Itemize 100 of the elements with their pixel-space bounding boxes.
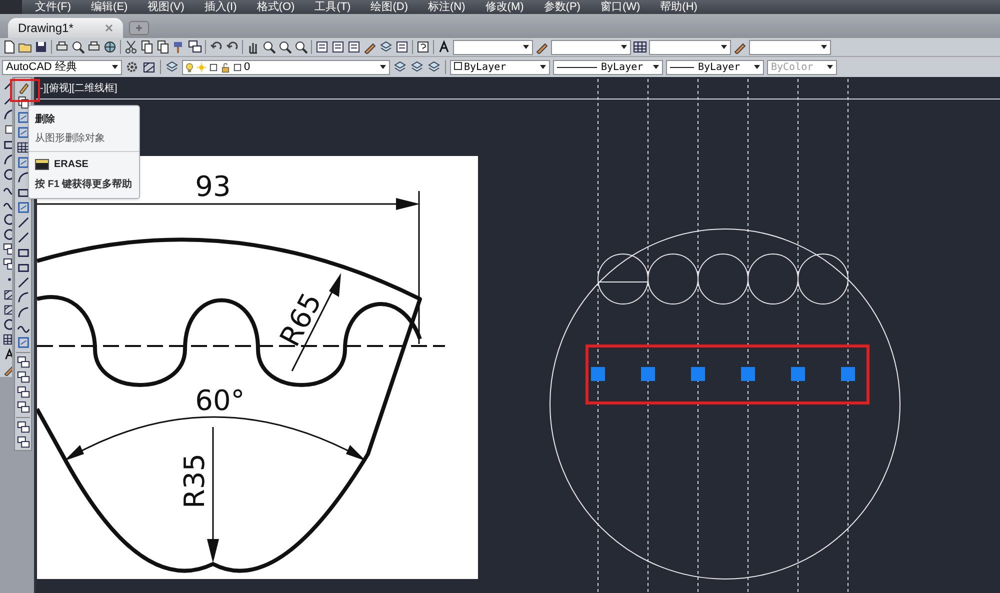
panel-icon[interactable] <box>395 40 409 54</box>
tooltip-description: 从图形删除对象 <box>35 132 106 146</box>
panel-icon[interactable] <box>315 40 329 54</box>
menu-item[interactable]: 窗口(W) <box>600 0 640 16</box>
eraser-icon[interactable] <box>16 81 30 94</box>
explode-icon[interactable] <box>16 336 30 349</box>
arc-icon[interactable] <box>2 108 12 121</box>
close-icon[interactable] <box>105 24 113 32</box>
mirror-icon[interactable] <box>16 111 30 124</box>
grip-point[interactable] <box>641 367 655 381</box>
stretch-icon[interactable] <box>16 201 30 214</box>
hatch-icon[interactable] <box>2 288 12 301</box>
zoom-icon[interactable] <box>294 40 308 54</box>
layers-icon[interactable] <box>393 60 407 74</box>
menu-item[interactable]: 绘图(D) <box>370 0 408 16</box>
menu-item[interactable]: 插入(I) <box>204 0 237 16</box>
viewport-label[interactable]: -][俯视][二维线框] <box>40 81 118 96</box>
rectangle-icon[interactable] <box>16 261 30 274</box>
zoom-icon[interactable] <box>278 40 292 54</box>
small-circle <box>648 254 698 304</box>
square-icon[interactable] <box>208 62 219 72</box>
menu-item[interactable]: 工具(T) <box>314 0 351 16</box>
menu-item[interactable]: 修改(M) <box>485 0 524 16</box>
table-icon[interactable] <box>2 333 12 346</box>
grip-point[interactable] <box>691 367 705 381</box>
hatch-icon[interactable] <box>2 303 12 316</box>
menu-item[interactable]: 文件(F) <box>35 0 72 16</box>
zoom-icon[interactable] <box>262 40 276 54</box>
menu-item[interactable]: 帮助(H) <box>660 0 698 16</box>
grip-point[interactable] <box>741 367 755 381</box>
small-circle <box>798 254 848 304</box>
stack-icon[interactable] <box>16 386 30 399</box>
layers-icon[interactable] <box>410 60 424 74</box>
menu-item[interactable]: 视图(V) <box>148 0 184 16</box>
grip-point[interactable] <box>841 367 855 381</box>
new-document-icon[interactable] <box>2 40 16 54</box>
layers-icon[interactable] <box>165 60 179 74</box>
offset-icon[interactable] <box>16 126 30 139</box>
polygon-icon[interactable] <box>2 123 12 136</box>
linetype-dropdown[interactable]: ByLayer <box>553 60 663 74</box>
small-circle <box>598 254 648 304</box>
stack-icon[interactable] <box>16 436 30 449</box>
table-style-icon[interactable] <box>633 40 647 54</box>
layers-icon[interactable] <box>427 60 441 74</box>
scale-icon[interactable] <box>16 186 30 199</box>
copy-icon[interactable] <box>16 96 30 109</box>
rectangle-icon[interactable] <box>16 246 30 259</box>
menu-item[interactable]: 参数(P) <box>544 0 580 16</box>
tooltip-title: 删除 <box>35 112 56 127</box>
panel-icon[interactable] <box>331 40 345 54</box>
dimension-text: 93 <box>195 170 231 203</box>
square-icon[interactable] <box>232 62 243 72</box>
command-name: ERASE <box>54 158 88 172</box>
layer-dropdown[interactable]: 0 <box>182 60 390 74</box>
color-dropdown[interactable]: ByLayer <box>450 60 550 74</box>
menu-item[interactable]: 标注(N) <box>428 0 466 16</box>
small-circle <box>698 254 748 304</box>
dimension-text: R65 <box>273 287 328 352</box>
corner-icon[interactable] <box>16 291 30 304</box>
stack-icon[interactable] <box>16 371 30 384</box>
paste-icon[interactable] <box>156 40 170 54</box>
letter-icon[interactable] <box>2 348 12 361</box>
break-icon[interactable] <box>16 276 30 289</box>
workspace-dropdown[interactable]: AutoCAD 经典 <box>2 60 122 74</box>
grip-point[interactable] <box>591 367 605 381</box>
command-window-icon <box>35 159 49 170</box>
bulb-icon[interactable] <box>184 62 195 72</box>
rotate-icon[interactable] <box>16 171 30 184</box>
layers-icon[interactable] <box>142 60 156 74</box>
trim-icon[interactable] <box>16 216 30 229</box>
move-icon[interactable] <box>16 156 30 169</box>
document-tab[interactable]: Drawing1* <box>8 18 123 38</box>
copy-icon[interactable] <box>140 40 154 54</box>
extend-icon[interactable] <box>16 231 30 244</box>
highlight-frame <box>10 79 40 102</box>
stack-icon[interactable] <box>16 401 30 414</box>
region-icon[interactable] <box>2 318 12 331</box>
stack-icon[interactable] <box>16 356 30 369</box>
tooltip-help-text: 按 F1 键获得更多帮助 <box>35 178 133 192</box>
preview-icon[interactable] <box>71 40 85 54</box>
corner-icon[interactable] <box>16 306 30 319</box>
menu-item[interactable]: 格式(O) <box>256 0 295 16</box>
layers-icon[interactable] <box>379 40 393 54</box>
block-icon[interactable] <box>188 40 202 54</box>
text-style-icon[interactable] <box>437 40 451 54</box>
arc-icon[interactable] <box>2 153 12 166</box>
help-icon[interactable] <box>416 40 430 54</box>
dimension-text: 60° <box>195 384 245 417</box>
gear-icon[interactable] <box>125 60 139 74</box>
array-icon[interactable] <box>16 141 30 154</box>
style-dropdown[interactable] <box>749 40 831 54</box>
scissors-icon[interactable] <box>124 40 138 54</box>
grip-point[interactable] <box>791 367 805 381</box>
lineweight-dropdown[interactable]: ByLayer <box>666 60 764 74</box>
menu-item[interactable]: 编辑(E) <box>91 0 128 16</box>
stack-icon[interactable] <box>16 421 30 434</box>
padlock-icon[interactable] <box>220 62 231 72</box>
globe-icon[interactable] <box>103 40 117 54</box>
save-icon[interactable] <box>34 40 48 54</box>
panel-icon[interactable] <box>347 40 361 54</box>
